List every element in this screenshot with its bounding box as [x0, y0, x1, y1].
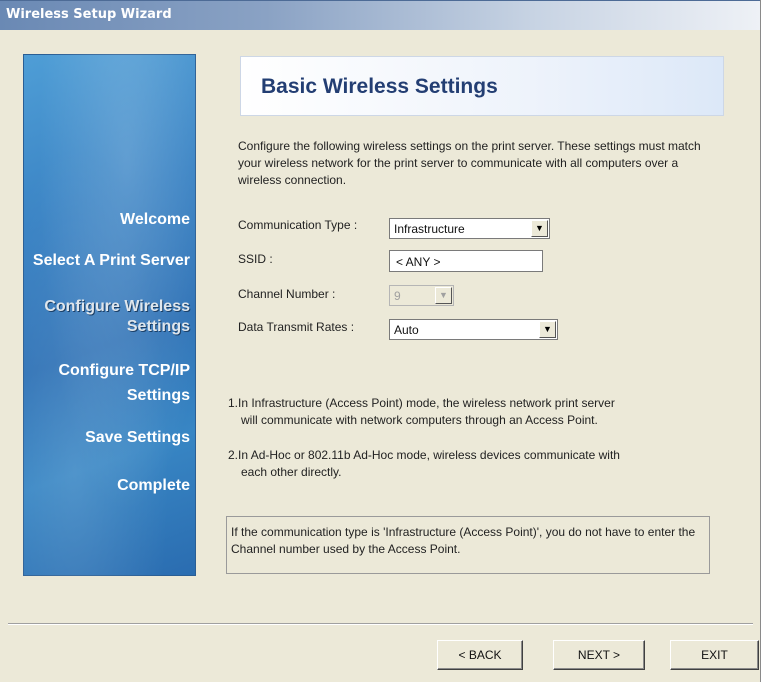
step-configure-wireless-line2: Settings [126, 318, 190, 335]
chevron-down-icon[interactable]: ▼ [531, 220, 548, 237]
communication-type-label: Communication Type : [238, 218, 358, 232]
data-transmit-rates-select[interactable]: Auto ▼ [389, 319, 558, 340]
title-bar[interactable]: Wireless Setup Wizard [0, 0, 760, 30]
step-configure-wireless: Configure Wireless Settings [23, 297, 190, 337]
step-configure-tcpip-line1: Configure TCP/IP [58, 362, 190, 379]
note-infrastructure-line2: will communicate with network computers … [241, 413, 598, 427]
ssid-label: SSID : [238, 252, 273, 266]
step-configure-tcpip-line2: Settings [126, 387, 190, 404]
chevron-down-icon[interactable]: ▼ [539, 321, 556, 338]
step-save-settings: Save Settings [85, 429, 190, 446]
communication-type-value: Infrastructure [394, 222, 465, 236]
note-infrastructure: 1.In Infrastructure (Access Point) mode,… [228, 395, 698, 429]
step-complete: Complete [117, 477, 190, 494]
channel-number-label: Channel Number : [238, 287, 336, 301]
step-welcome: Welcome [120, 211, 190, 228]
channel-number-select[interactable]: 9 ▼ [389, 285, 454, 306]
back-button[interactable]: < BACK [437, 640, 523, 670]
info-box: If the communication type is 'Infrastruc… [226, 516, 710, 574]
wizard-steps-sidebar: Welcome Select A Print Server Configure … [23, 54, 196, 576]
data-transmit-rates-label: Data Transmit Rates : [238, 320, 355, 334]
exit-button[interactable]: EXIT [670, 640, 759, 670]
step-select-print-server: Select A Print Server [32, 252, 190, 269]
chevron-down-icon[interactable]: ▼ [435, 287, 452, 304]
window-title: Wireless Setup Wizard [6, 7, 172, 22]
footer-divider [8, 623, 753, 625]
note-adhoc: 2.In Ad-Hoc or 802.11b Ad-Hoc mode, wire… [228, 447, 698, 481]
page-title: Basic Wireless Settings [261, 75, 498, 98]
wizard-window: Wireless Setup Wizard Welcome Select A P… [0, 0, 761, 682]
intro-text: Configure the following wireless setting… [238, 139, 701, 187]
channel-number-value: 9 [394, 289, 401, 303]
next-button[interactable]: NEXT > [553, 640, 645, 670]
note-adhoc-line1: 2.In Ad-Hoc or 802.11b Ad-Hoc mode, wire… [228, 448, 620, 462]
step-configure-tcpip: Configure TCP/IP Settings [23, 361, 190, 406]
ssid-input[interactable]: < ANY > [389, 250, 543, 272]
note-infrastructure-line1: 1.In Infrastructure (Access Point) mode,… [228, 396, 615, 410]
step-configure-wireless-line1: Configure Wireless [44, 298, 190, 315]
page-header-banner: Basic Wireless Settings [240, 56, 724, 116]
data-transmit-rates-value: Auto [394, 323, 419, 337]
note-adhoc-line2: each other directly. [241, 465, 342, 479]
communication-type-select[interactable]: Infrastructure ▼ [389, 218, 550, 239]
